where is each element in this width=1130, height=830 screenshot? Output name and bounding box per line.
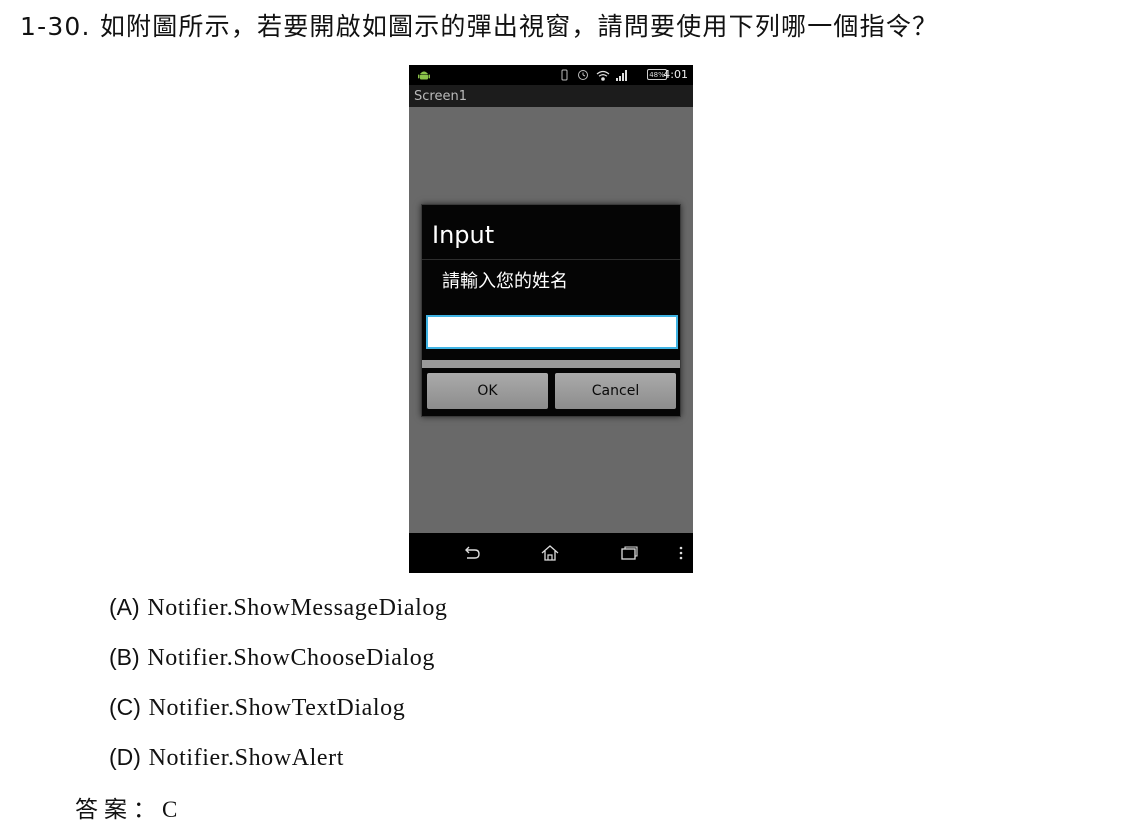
wifi-icon	[596, 70, 610, 81]
android-icon	[418, 71, 430, 80]
option-text: Notifier.ShowAlert	[148, 745, 345, 771]
dialog-text-input[interactable]	[426, 315, 678, 349]
option-text: Notifier.ShowTextDialog	[148, 695, 406, 721]
home-icon[interactable]	[540, 543, 560, 563]
option-text: Notifier.ShowChooseDialog	[147, 645, 435, 671]
option-a: (A) Notifier.ShowMessageDialog	[109, 592, 448, 623]
option-c: (C) Notifier.ShowTextDialog	[109, 692, 405, 723]
answer-line: 答案：C	[75, 793, 177, 827]
option-letter: (C)	[109, 694, 141, 720]
navigation-bar	[409, 533, 693, 573]
dialog-button-separator	[422, 360, 680, 368]
vibrate-icon	[561, 69, 568, 81]
question-text: 1-30. 如附圖所示，若要開啟如圖示的彈出視窗，請問要使用下列哪一個指令？	[20, 12, 939, 41]
answer-label: 答案：	[75, 797, 162, 823]
answer-value: C	[162, 797, 178, 822]
screen-title: Screen1	[409, 85, 693, 107]
status-icons	[561, 69, 627, 81]
menu-icon[interactable]	[671, 543, 691, 563]
dialog-title: Input	[432, 221, 495, 249]
option-b: (B) Notifier.ShowChooseDialog	[109, 642, 435, 673]
signal-icon	[616, 70, 627, 81]
alarm-icon	[578, 70, 588, 80]
back-icon[interactable]	[462, 543, 482, 563]
status-bar: 48% 4:01	[409, 65, 693, 85]
option-text: Notifier.ShowMessageDialog	[147, 595, 448, 621]
option-d: (D) Notifier.ShowAlert	[109, 742, 344, 773]
phone-screenshot: 48% 4:01 Screen1 Input 請輸入您的姓名 OK Cancel	[409, 65, 693, 573]
status-clock: 4:01	[663, 68, 688, 81]
input-dialog: Input 請輸入您的姓名 OK Cancel	[421, 204, 681, 417]
dialog-divider	[422, 259, 680, 260]
option-letter: (A)	[109, 594, 140, 620]
dialog-message: 請輸入您的姓名	[442, 271, 568, 292]
ok-button[interactable]: OK	[427, 373, 548, 409]
option-letter: (B)	[109, 644, 140, 670]
cancel-button[interactable]: Cancel	[555, 373, 676, 409]
option-letter: (D)	[109, 744, 141, 770]
recent-apps-icon[interactable]	[619, 543, 639, 563]
